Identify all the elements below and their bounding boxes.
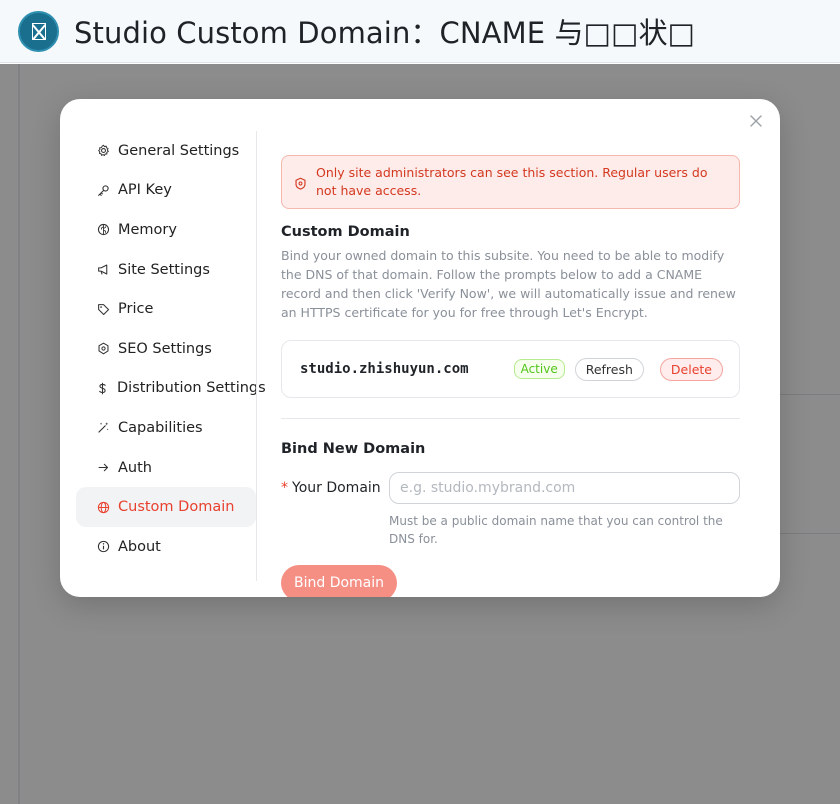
gear-icon [96,144,110,158]
dollar-icon [96,381,109,395]
sidebar-item-label: Capabilities [118,419,203,436]
sidebar-item-label: Memory [118,221,177,238]
alert-text: Only site administrators can see this se… [316,165,708,198]
admin-only-alert: Only site administrators can see this se… [281,155,740,209]
required-mark: * [281,480,288,496]
megaphone-icon [96,263,110,277]
sidebar-item-about[interactable]: About [76,527,256,567]
key-icon [96,183,110,197]
custom-domain-description: Bind your owned domain to this subsite. … [281,248,736,320]
bind-new-domain-title: Bind New Domain [281,441,426,457]
info-icon [96,540,110,554]
sidebar-item-general-settings[interactable]: General Settings [76,131,256,171]
bind-domain-button[interactable]: Bind Domain [281,565,397,597]
sidebar-item-label: API Key [118,182,172,199]
domain-card: studio.zhishuyun.com Active Refresh Dele… [281,340,740,398]
sidebar-item-label: Auth [118,459,152,476]
arrow-right-icon [96,461,110,475]
domain-field: Must be a public domain name that you ca… [389,472,740,548]
sidebar-item-label: Custom Domain [118,499,235,516]
sidebar-item-capabilities[interactable]: Capabilities [76,408,256,448]
sidebar-item-label: Price [118,301,154,318]
domain-label-text: Your Domain [292,480,381,496]
domain-form-row: *Your Domain Must be a public domain nam… [281,472,740,548]
settings-modal: General Settings API Key Memory Site Set… [60,99,780,597]
sidebar-divider [256,131,257,581]
sidebar-item-auth[interactable]: Auth [76,448,256,488]
title-bar: Studio Custom Domain：CNAME 与□□状□ [0,0,840,63]
sidebar-item-price[interactable]: Price [76,289,256,329]
custom-domain-title: Custom Domain [281,224,410,240]
sidebar-item-label: Distribution Settings [117,380,266,397]
sidebar-item-seo-settings[interactable]: SEO Settings [76,329,256,369]
sidebar-item-custom-domain[interactable]: Custom Domain [76,487,256,527]
shield-gear-icon [96,342,110,356]
section-divider [281,418,740,419]
refresh-button[interactable]: Refresh [574,357,644,381]
sidebar-item-site-settings[interactable]: Site Settings [76,250,256,290]
domain-input[interactable] [389,472,740,504]
sidebar-item-label: General Settings [118,142,240,159]
shield-alert-icon [294,175,308,190]
settings-sidebar: General Settings API Key Memory Site Set… [76,131,266,567]
close-icon[interactable] [748,113,764,129]
sidebar-item-memory[interactable]: Memory [76,210,256,250]
sidebar-item-api-key[interactable]: API Key [76,171,256,211]
globe-icon [96,500,110,514]
tag-icon [96,302,110,316]
sidebar-item-label: About [118,538,161,555]
window-title: Studio Custom Domain：CNAME 与□□状□ [74,16,696,50]
domain-field-label: * Your Domain [281,472,389,496]
brain-icon [96,223,110,237]
sidebar-item-label: Site Settings [118,261,210,278]
sidebar-item-distribution-settings[interactable]: Distribution Settings [76,369,266,409]
bound-domain-name: studio.zhishuyun.com [300,361,469,377]
status-badge: Active [513,359,565,379]
custom-domain-panel: Only site administrators can see this se… [281,155,740,548]
delete-button[interactable]: Delete [659,357,723,381]
app-logo-icon [18,11,59,52]
magic-wand-icon [96,421,110,435]
domain-hint: Must be a public domain name that you ca… [389,514,723,546]
sidebar-item-label: SEO Settings [118,340,212,357]
